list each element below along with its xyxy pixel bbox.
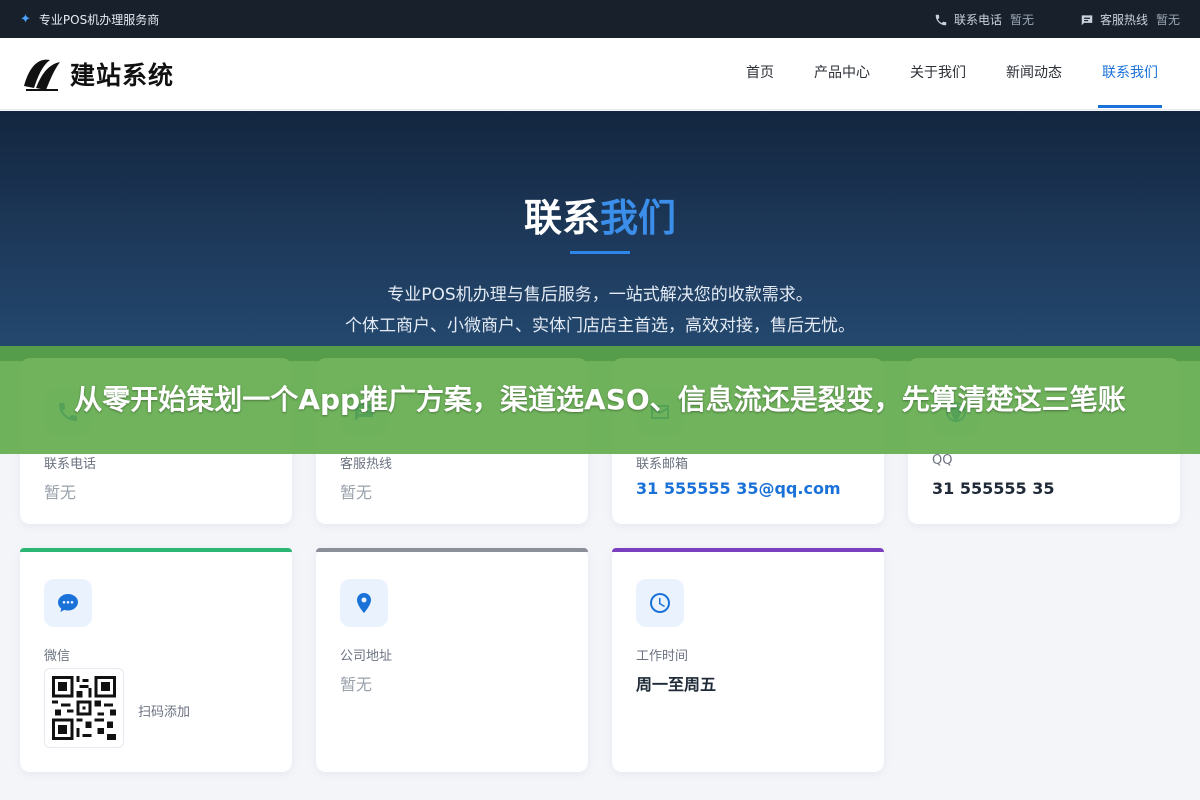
wechat-icon (44, 579, 92, 627)
title-highlight: 我们 (600, 196, 677, 240)
card-qq-label: QQ (932, 453, 953, 468)
card-address-value: 暂无 (340, 675, 373, 694)
card-address-label: 公司地址 (340, 649, 393, 664)
topbar-hotline-value: 暂无 (1155, 13, 1180, 27)
topbar-hotline: 客服热线 暂无 (1080, 11, 1180, 28)
nav-products[interactable]: 产品中心 (794, 38, 890, 110)
topbar-phone-value: 暂无 (1009, 13, 1034, 27)
card-hours-label: 工作时间 (636, 649, 689, 664)
service-name: 专业POS机办理服务商 (38, 13, 160, 27)
page-title: 联系我们 (0, 187, 1200, 242)
nav-news[interactable]: 新闻动态 (986, 38, 1082, 110)
card-wechat-label: 微信 (44, 649, 71, 664)
card-wechat: 微信 扫码添加 (20, 548, 292, 772)
card-accent-line (612, 548, 884, 552)
site-header: 建站系统 首页 产品中心 关于我们 新闻动态 联系我们 (0, 38, 1200, 110)
nav-contact[interactable]: 联系我们 (1082, 38, 1178, 110)
clock-icon (636, 579, 684, 627)
card-phone-label: 联系电话 (44, 457, 97, 472)
logo-mark-icon (24, 59, 60, 91)
card-hotline-label: 客服热线 (340, 457, 393, 472)
location-icon (340, 579, 388, 627)
topbar-phone-label: 联系电话 (953, 13, 1002, 27)
site-logo[interactable]: 建站系统 (20, 54, 174, 94)
hero-subtitle-2: 个体工商户、小微商户、实体门店店主首选，高效对接，售后无忧。 (345, 316, 855, 336)
message-icon (1081, 14, 1093, 25)
topbar-phone: 联系电话 暂无 (934, 11, 1034, 28)
topbar-hotline-label: 客服热线 (1099, 13, 1148, 27)
main-nav: 首页 产品中心 关于我们 新闻动态 联系我们 (726, 38, 1178, 110)
sparkle-icon: ✦ (20, 12, 31, 27)
card-accent-line (316, 548, 588, 552)
card-email-label: 联系邮箱 (636, 457, 689, 472)
card-hours: 工作时间 周一至周五 (612, 548, 884, 772)
card-accent-line (20, 548, 292, 552)
article-title: 从零开始策划一个App推广方案，渠道选ASO、信息流还是裂变，先算清楚这三笔账 (74, 383, 1126, 416)
top-info-bar: ✦ 专业POS机办理服务商 联系电话 暂无 客服热线 暂无 (0, 0, 1200, 38)
service-tagline: ✦ 专业POS机办理服务商 (20, 11, 159, 28)
logo-text: 建站系统 (70, 61, 175, 90)
card-address: 公司地址 暂无 (316, 548, 588, 772)
wechat-qr-code (44, 668, 124, 748)
card-email-value[interactable]: 31 555555 35@qq.com (636, 479, 841, 498)
card-hours-value: 周一至周五 (636, 675, 717, 694)
card-qq-value: 31 555555 35 (932, 479, 1055, 498)
card-phone-value: 暂无 (44, 483, 77, 502)
title-underline (570, 251, 630, 254)
phone-icon (935, 14, 947, 25)
title-plain: 联系 (523, 196, 600, 240)
contact-hero: 联系我们 专业POS机办理与售后服务，一站式解决您的收款需求。 个体工商户、小微… (0, 111, 1200, 361)
article-title-banner: 从零开始策划一个App推广方案，渠道选ASO、信息流还是裂变，先算清楚这三笔账 (0, 346, 1200, 454)
nav-about[interactable]: 关于我们 (890, 38, 986, 110)
nav-home[interactable]: 首页 (726, 38, 794, 110)
qr-hint: 扫码添加 (138, 705, 191, 720)
card-hotline-value: 暂无 (340, 483, 373, 502)
hero-subtitle-1: 专业POS机办理与售后服务，一站式解决您的收款需求。 (387, 285, 813, 305)
